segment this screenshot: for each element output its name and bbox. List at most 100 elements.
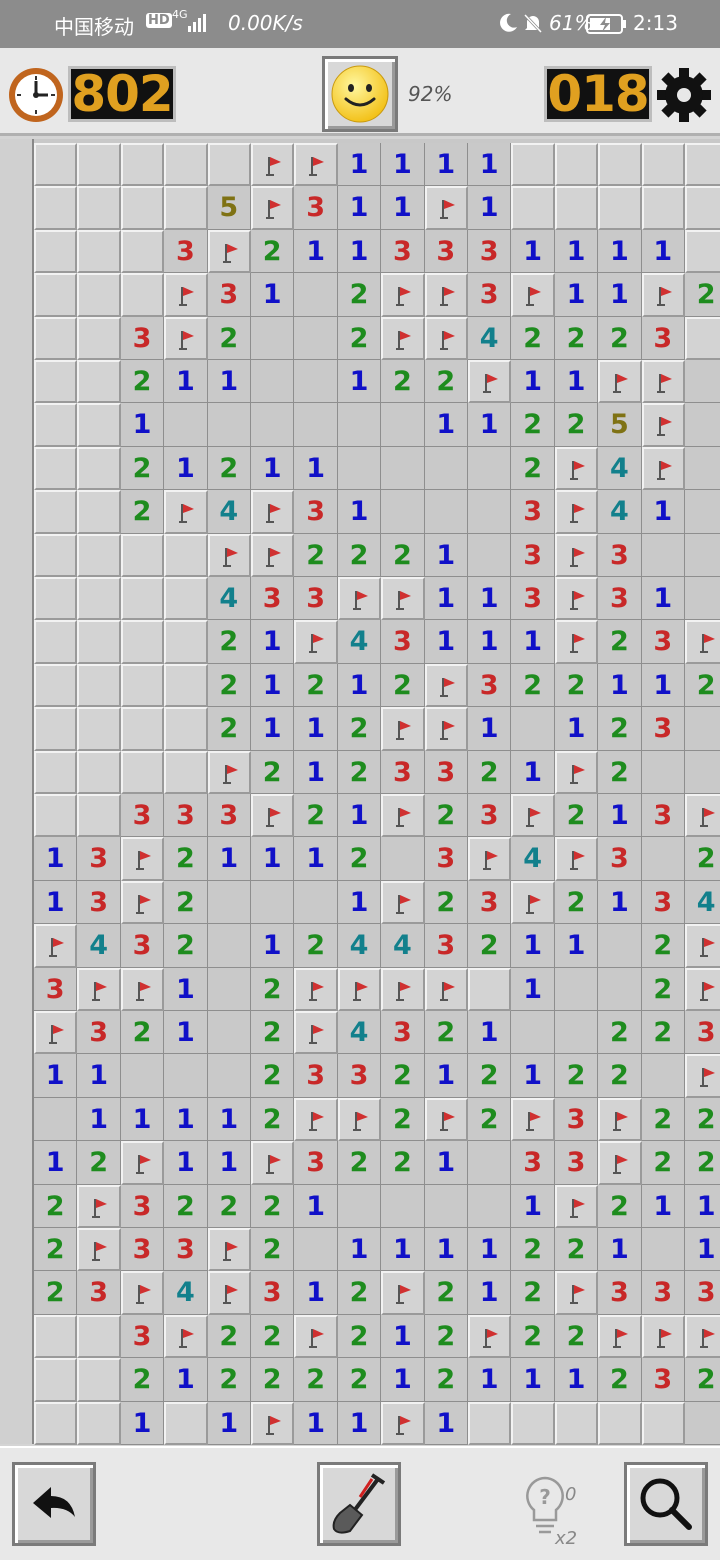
cell-flagged[interactable] [337, 967, 382, 1011]
cell-empty[interactable] [685, 577, 720, 621]
cell-flagged[interactable] [598, 1141, 642, 1185]
cell-number[interactable]: 1 [511, 1054, 555, 1098]
cell-number[interactable]: 1 [34, 837, 78, 881]
cell-number[interactable]: 2 [685, 273, 720, 317]
cell-flagged[interactable] [120, 1141, 165, 1185]
cell-empty[interactable] [511, 1011, 555, 1055]
cell-number[interactable]: 1 [511, 924, 555, 968]
cell-number[interactable]: 2 [120, 1011, 165, 1055]
cell-flagged[interactable] [641, 273, 685, 317]
cell-flagged[interactable] [120, 880, 165, 925]
cell-flagged[interactable] [164, 273, 208, 317]
cell-number[interactable]: 1 [164, 446, 208, 491]
cell-empty[interactable] [641, 1228, 685, 1272]
cell-number[interactable]: 3 [120, 924, 165, 968]
cell-number[interactable]: 1 [251, 837, 295, 881]
cell-number[interactable]: 2 [641, 967, 685, 1011]
cell-flagged[interactable] [511, 273, 555, 317]
cell-empty[interactable] [381, 1184, 425, 1228]
cell-unopened[interactable] [120, 273, 165, 317]
cell-flagged[interactable] [251, 794, 295, 838]
cell-number[interactable]: 2 [468, 750, 512, 794]
cell-number[interactable]: 1 [468, 707, 512, 751]
cell-number[interactable]: 1 [424, 1228, 468, 1272]
cell-number[interactable]: 1 [424, 1054, 468, 1098]
cell-empty[interactable] [424, 1184, 468, 1228]
cell-flagged[interactable] [164, 1314, 208, 1359]
cell-empty[interactable] [164, 403, 208, 447]
cell-empty[interactable] [251, 360, 295, 404]
cell-flagged[interactable] [337, 1097, 382, 1142]
cell-number[interactable]: 3 [294, 186, 338, 230]
cell-empty[interactable] [641, 533, 685, 577]
cell-number[interactable]: 1 [424, 533, 468, 577]
cell-number[interactable]: 4 [207, 490, 251, 534]
cell-number[interactable]: 1 [424, 1141, 468, 1185]
cell-number[interactable]: 3 [685, 1011, 720, 1055]
cell-unopened[interactable] [77, 533, 121, 577]
cell-number[interactable]: 1 [641, 577, 685, 621]
cell-number[interactable]: 2 [511, 403, 555, 447]
cell-flagged[interactable] [424, 1097, 468, 1142]
cell-number[interactable]: 2 [294, 1358, 338, 1402]
cell-number[interactable]: 2 [207, 1358, 251, 1402]
cell-number[interactable]: 1 [598, 229, 642, 274]
cell-flagged[interactable] [381, 880, 425, 925]
cell-flagged[interactable] [120, 837, 165, 881]
cell-empty[interactable] [641, 750, 685, 794]
cell-empty[interactable] [207, 880, 251, 925]
cell-unopened[interactable] [34, 490, 78, 534]
cell-flagged[interactable] [424, 707, 468, 751]
cell-number[interactable]: 2 [381, 1054, 425, 1098]
cell-unopened[interactable] [77, 707, 121, 751]
cell-flagged[interactable] [294, 967, 338, 1011]
cell-empty[interactable] [337, 1184, 382, 1228]
cell-number[interactable]: 3 [294, 577, 338, 621]
cell-number[interactable]: 2 [120, 490, 165, 534]
cell-number[interactable]: 2 [337, 707, 382, 751]
cell-number[interactable]: 2 [251, 1228, 295, 1272]
cell-number[interactable]: 3 [207, 794, 251, 838]
cell-number[interactable]: 1 [294, 707, 338, 751]
cell-number[interactable]: 2 [337, 1314, 382, 1359]
cell-number[interactable]: 3 [424, 229, 468, 274]
cell-number[interactable]: 3 [294, 490, 338, 534]
cell-number[interactable]: 3 [598, 1271, 642, 1315]
cell-flagged[interactable] [641, 1314, 685, 1359]
cell-unopened[interactable] [77, 1314, 121, 1359]
cell-flagged[interactable] [685, 924, 720, 968]
cell-number[interactable]: 3 [164, 229, 208, 274]
cell-number[interactable]: 2 [207, 663, 251, 708]
cell-unopened[interactable] [77, 446, 121, 491]
cell-empty[interactable] [120, 1054, 165, 1098]
cell-number[interactable]: 1 [424, 403, 468, 447]
cell-unopened[interactable] [468, 1401, 512, 1445]
cell-number[interactable]: 4 [337, 1011, 382, 1055]
cell-unopened[interactable] [164, 577, 208, 621]
cell-flagged[interactable] [598, 360, 642, 404]
cell-empty[interactable] [207, 403, 251, 447]
cell-empty[interactable] [251, 880, 295, 925]
cell-number[interactable]: 3 [251, 1271, 295, 1315]
cell-empty[interactable] [294, 1228, 338, 1272]
cell-unopened[interactable] [34, 577, 78, 621]
cell-flagged[interactable] [294, 620, 338, 664]
cell-flagged[interactable] [424, 186, 468, 230]
cell-number[interactable]: 4 [468, 316, 512, 360]
cell-number[interactable]: 1 [554, 707, 599, 751]
cell-unopened[interactable] [34, 143, 78, 187]
cell-number[interactable]: 3 [120, 1228, 165, 1272]
cell-flagged[interactable] [641, 360, 685, 404]
cell-unopened[interactable] [120, 229, 165, 274]
cell-number[interactable]: 3 [641, 707, 685, 751]
cell-flagged[interactable] [554, 1184, 599, 1228]
cell-number[interactable]: 1 [424, 1401, 468, 1445]
cell-empty[interactable] [685, 707, 720, 751]
cell-empty[interactable] [554, 967, 599, 1011]
cell-flagged[interactable] [381, 1401, 425, 1445]
cell-number[interactable]: 1 [641, 1184, 685, 1228]
cell-empty[interactable] [598, 967, 642, 1011]
cell-unopened[interactable] [685, 186, 720, 230]
cell-number[interactable]: 2 [424, 1011, 468, 1055]
cell-unopened[interactable] [77, 1401, 121, 1445]
